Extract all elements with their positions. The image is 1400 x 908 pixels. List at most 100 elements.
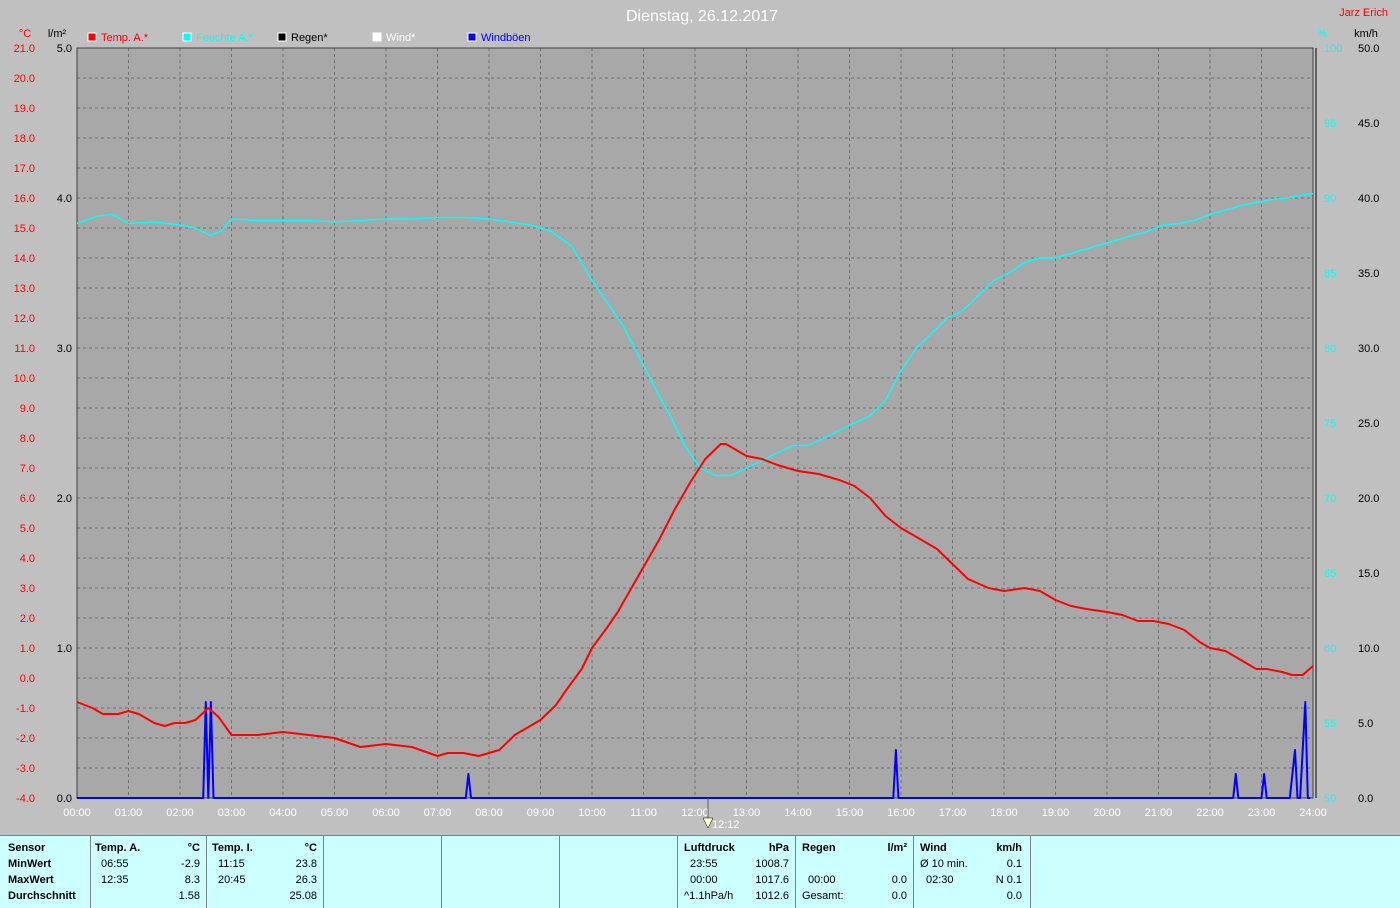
temp-tick-label: -3.0: [16, 763, 35, 775]
temp-unit-label: °C: [19, 28, 31, 40]
rain-max-value: 0.0: [891, 874, 907, 886]
row-label-avg: Durchschnitt: [8, 890, 76, 902]
temp-tick-label: -4.0: [16, 793, 35, 805]
sensor-column: Sensor MinWert MaxWert Durchschnitt: [0, 836, 91, 908]
wind-tick-label: 35.0: [1358, 268, 1379, 280]
x-tick-label: 24:00: [1299, 807, 1327, 819]
wind-tick-label: 20.0: [1358, 493, 1379, 505]
humidity-tick-label: 55: [1324, 718, 1336, 730]
temp-tick-label: -1.0: [16, 703, 35, 715]
humidity-tick-label: 95: [1324, 118, 1336, 130]
legend-label-wind: Wind*: [386, 32, 416, 44]
x-tick-label: 04:00: [269, 807, 297, 819]
wind-tick-label: 5.0: [1358, 718, 1373, 730]
x-tick-label: 01:00: [115, 807, 143, 819]
humidity-tick-label: 80: [1324, 343, 1336, 355]
wind-min-value: 0.1: [1006, 858, 1022, 870]
x-tick-label: 11:00: [630, 807, 657, 819]
legend-swatch-temp-a: [87, 32, 97, 42]
humidity-tick-label: 50: [1324, 793, 1336, 805]
wind-tick-label: 30.0: [1358, 343, 1379, 355]
pressure-min-value: 1008.7: [755, 858, 789, 870]
temp-tick-label: 8.0: [20, 433, 35, 445]
temp-a-min-value: -2.9: [181, 858, 200, 870]
humidity-tick-label: 90: [1324, 193, 1336, 205]
pressure-min-time: 23:55: [690, 858, 718, 870]
rain-total-value: 0.0: [891, 890, 907, 902]
temp-tick-label: 20.0: [14, 73, 35, 85]
wind-avg-label: Ø 10 min.: [920, 858, 968, 870]
temp-tick-label: 18.0: [14, 133, 35, 145]
wind-header: Wind: [920, 842, 947, 854]
temp-i-max-time: 20:45: [218, 874, 246, 886]
temp-tick-label: 17.0: [14, 163, 35, 175]
temp-a-unit: °C: [187, 842, 200, 854]
temp-tick-label: 19.0: [14, 103, 35, 115]
legend-label-feuchte-a: Feuchte A.*: [196, 32, 254, 44]
temp-i-header: Temp. I.: [212, 842, 253, 854]
pressure-avg-value: 1012.6: [755, 890, 789, 902]
sensor-header: Sensor: [8, 842, 46, 854]
x-tick-label: 15:00: [836, 807, 864, 819]
humidity-tick-label: 75: [1324, 418, 1336, 430]
legend-label-temp-a: Temp. A.*: [101, 32, 149, 44]
rain-column: Regen l/m² 00:00 0.0 Gesamt: 0.0: [796, 836, 914, 908]
pressure-unit: hPa: [768, 842, 789, 854]
temp-tick-label: 21.0: [14, 43, 35, 55]
x-tick-label: 10:00: [578, 807, 606, 819]
legend-swatch-windboeen: [467, 32, 477, 42]
rain-tick-label: 3.0: [57, 343, 72, 355]
humidity-tick-label: 60: [1324, 643, 1336, 655]
rain-tick-label: 0.0: [57, 793, 72, 805]
x-tick-label: 16:00: [887, 807, 915, 819]
temp-tick-label: 9.0: [20, 403, 35, 415]
x-tick-label: 08:00: [475, 807, 503, 819]
x-tick-label: 13:00: [733, 807, 761, 819]
author-label: Jarz Erich: [1339, 7, 1388, 19]
x-tick-label: 18:00: [990, 807, 1018, 819]
temp-tick-label: 6.0: [20, 493, 35, 505]
temp-a-column: Temp. A. °C 06:55 -2.9 12:35 8.3 1.58: [91, 836, 207, 908]
temp-tick-label: 13.0: [14, 283, 35, 295]
temp-a-avg-value: 1.58: [178, 890, 200, 902]
x-tick-label: 20:00: [1093, 807, 1121, 819]
x-tick-label: 05:00: [321, 807, 349, 819]
x-tick-label: 19:00: [1042, 807, 1070, 819]
wind-max-time: 02:30: [926, 874, 954, 886]
wind-tick-label: 0.0: [1358, 793, 1373, 805]
rain-header: Regen: [802, 842, 836, 854]
empty-column-1: [324, 836, 442, 908]
pressure-column: Luftdruck hPa 23:55 1008.7 00:00 1017.6 …: [678, 836, 796, 908]
wind-tick-label: 25.0: [1358, 418, 1379, 430]
chart-title: Dienstag, 26.12.2017: [626, 8, 778, 25]
wind-tick-label: 50.0: [1358, 43, 1379, 55]
x-tick-label: 07:00: [424, 807, 452, 819]
temp-tick-label: 7.0: [20, 463, 35, 475]
rain-max-time: 00:00: [808, 874, 836, 886]
pressure-max-time: 00:00: [690, 874, 718, 886]
humidity-tick-label: 100: [1324, 43, 1342, 55]
x-tick-label: 09:00: [527, 807, 555, 819]
legend-label-windboeen: Windböen: [481, 32, 531, 44]
pressure-header: Luftdruck: [684, 842, 735, 854]
humidity-tick-label: 65: [1324, 568, 1336, 580]
temp-tick-label: 12.0: [14, 313, 35, 325]
temp-i-min-value: 23.8: [295, 858, 317, 870]
x-tick-label: 02:00: [166, 807, 194, 819]
rain-total-label: Gesamt:: [802, 890, 844, 902]
temp-tick-label: 0.0: [20, 673, 35, 685]
x-tick-label: 23:00: [1248, 807, 1276, 819]
x-tick-label: 21:00: [1145, 807, 1173, 819]
temp-i-unit: °C: [304, 842, 317, 854]
temp-i-column: Temp. I. °C 11:15 23.8 20:45 26.3 25.08: [207, 836, 324, 908]
legend-swatch-wind: [372, 32, 382, 42]
row-label-min: MinWert: [8, 858, 52, 870]
temp-a-min-time: 06:55: [101, 858, 129, 870]
legend-swatch-feuchte-a: [182, 32, 192, 42]
temp-tick-label: 14.0: [14, 253, 35, 265]
x-tick-label: 12:00: [681, 807, 709, 819]
temp-tick-label: 1.0: [20, 643, 35, 655]
temp-a-max-time: 12:35: [101, 874, 129, 886]
humidity-tick-label: 85: [1324, 268, 1336, 280]
wind-max-value: N 0.1: [995, 874, 1022, 886]
